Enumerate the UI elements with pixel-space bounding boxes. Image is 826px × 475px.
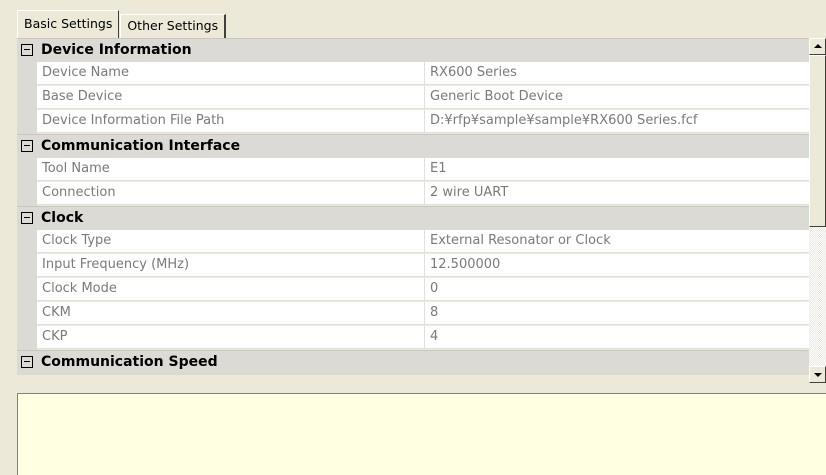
- category-label: Communication Interface: [41, 138, 241, 154]
- property-name: Device Information File Path: [37, 110, 425, 133]
- category-communication-speed[interactable]: Communication Speed: [17, 350, 809, 375]
- property-name: CKP: [37, 326, 425, 349]
- category-device-information[interactable]: Device Information: [17, 38, 809, 63]
- property-row-connection[interactable]: Connection 2 wire UART: [17, 182, 809, 206]
- property-value[interactable]: External Resonator or Clock: [425, 230, 809, 253]
- collapse-icon[interactable]: [21, 44, 33, 56]
- arrow-up-icon: [814, 44, 822, 48]
- property-value[interactable]: Generic Boot Device: [425, 86, 809, 109]
- property-name: Device Name: [37, 62, 425, 85]
- property-row-base-device[interactable]: Base Device Generic Boot Device: [17, 86, 809, 110]
- property-grid: Device Information Device Name RX600 Ser…: [17, 38, 809, 383]
- category-label: Communication Speed: [41, 354, 218, 370]
- property-row-device-information-file-path[interactable]: Device Information File Path D:¥rfp¥samp…: [17, 110, 809, 134]
- property-name: Clock Type: [37, 230, 425, 253]
- property-name: Input Frequency (MHz): [37, 254, 425, 277]
- property-name: Connection: [37, 182, 425, 205]
- property-name: Base Device: [37, 86, 425, 109]
- category-label: Device Information: [41, 42, 192, 58]
- tab-bar: Basic Settings Other Settings: [17, 10, 227, 38]
- scroll-down-button[interactable]: [809, 366, 826, 383]
- category-clock[interactable]: Clock: [17, 206, 809, 231]
- property-row-device-name[interactable]: Device Name RX600 Series: [17, 62, 809, 86]
- property-row-clock-mode[interactable]: Clock Mode 0: [17, 278, 809, 302]
- scroll-up-button[interactable]: [809, 38, 826, 55]
- category-communication-interface[interactable]: Communication Interface: [17, 134, 809, 159]
- property-name: CKM: [37, 302, 425, 325]
- arrow-down-icon: [814, 373, 822, 377]
- property-window: Basic Settings Other Settings Device Inf…: [0, 0, 826, 475]
- property-row-ckp[interactable]: CKP 4: [17, 326, 809, 350]
- collapse-icon[interactable]: [21, 140, 33, 152]
- tab-other-settings[interactable]: Other Settings: [120, 14, 227, 38]
- property-row-clock-type[interactable]: Clock Type External Resonator or Clock: [17, 230, 809, 254]
- property-row-ckm[interactable]: CKM 8: [17, 302, 809, 326]
- collapse-icon[interactable]: [21, 212, 33, 224]
- scrollbar-thumb[interactable]: [809, 55, 826, 227]
- property-value[interactable]: 12.500000: [425, 254, 809, 277]
- tab-basic-settings[interactable]: Basic Settings: [17, 10, 120, 38]
- property-value[interactable]: 4: [425, 326, 809, 349]
- property-name: Tool Name: [37, 158, 425, 181]
- property-row-input-frequency[interactable]: Input Frequency (MHz) 12.500000: [17, 254, 809, 278]
- property-value[interactable]: RX600 Series: [425, 62, 809, 85]
- property-value[interactable]: 2 wire UART: [425, 182, 809, 205]
- property-value[interactable]: 8: [425, 302, 809, 325]
- property-value[interactable]: E1: [425, 158, 809, 181]
- category-label: Clock: [41, 210, 84, 226]
- property-row-tool-name[interactable]: Tool Name E1: [17, 158, 809, 182]
- property-name: Clock Mode: [37, 278, 425, 301]
- collapse-icon[interactable]: [21, 356, 33, 368]
- property-value[interactable]: 0: [425, 278, 809, 301]
- property-value[interactable]: D:¥rfp¥sample¥sample¥RX600 Series.fcf: [425, 110, 809, 133]
- description-panel: [17, 393, 826, 475]
- vertical-scrollbar[interactable]: [809, 38, 826, 383]
